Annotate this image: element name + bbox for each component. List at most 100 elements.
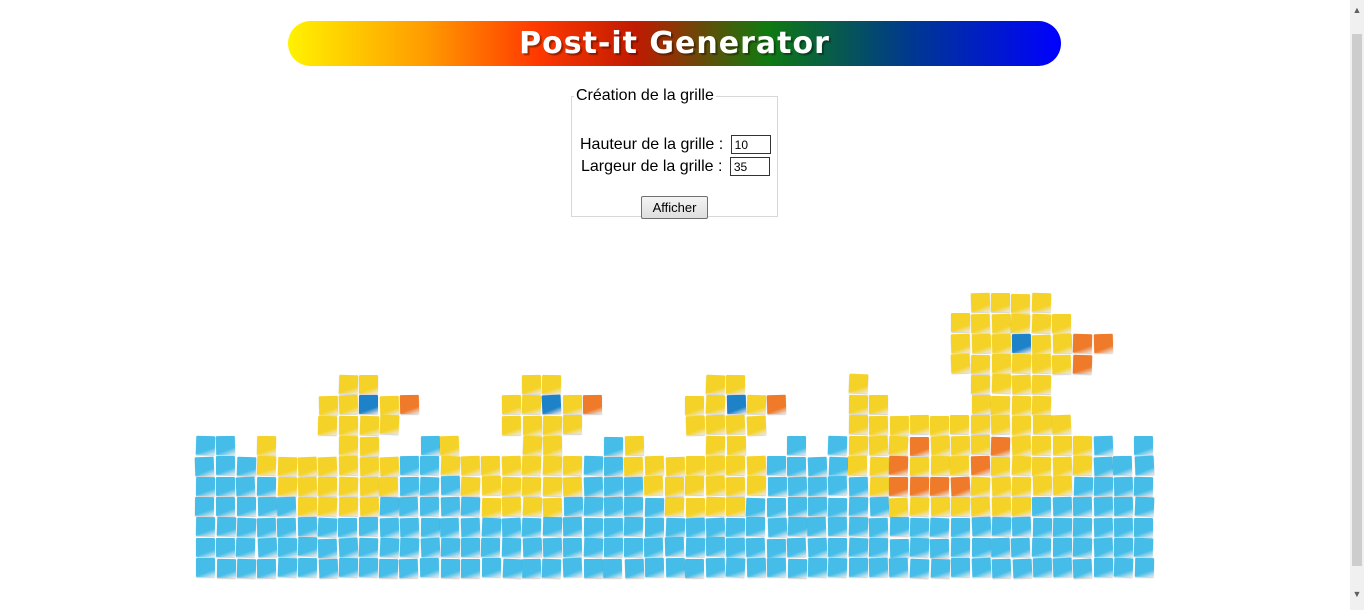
post-it-tile xyxy=(991,293,1011,313)
post-it-tile xyxy=(215,435,236,456)
post-it-tile xyxy=(705,537,726,557)
scroll-thumb[interactable] xyxy=(1352,34,1362,566)
scroll-up-icon[interactable]: ▲ xyxy=(1350,2,1364,18)
post-it-tile xyxy=(950,353,971,374)
post-it-tile xyxy=(297,517,317,537)
post-it-tile xyxy=(318,395,338,415)
post-it-tile xyxy=(827,557,848,578)
height-row: Hauteur de la grille : xyxy=(580,135,771,154)
post-it-tile xyxy=(970,415,990,435)
post-it-tile xyxy=(297,476,318,497)
post-it-tile xyxy=(379,395,400,415)
post-it-tile xyxy=(583,395,603,415)
post-it-tile xyxy=(501,394,522,414)
post-it-tile xyxy=(277,476,298,496)
post-it-tile xyxy=(869,538,889,558)
post-it-tile xyxy=(786,456,807,476)
post-it-tile xyxy=(379,476,399,497)
post-it-tile xyxy=(787,436,807,456)
post-it-tile xyxy=(1134,558,1154,578)
post-it-tile xyxy=(318,415,338,435)
post-it-tile xyxy=(725,476,746,497)
height-input[interactable] xyxy=(730,135,771,154)
post-it-tile xyxy=(767,497,787,517)
post-it-tile xyxy=(725,538,746,558)
width-input[interactable] xyxy=(729,157,770,176)
post-it-tile xyxy=(297,537,317,557)
post-it-tile xyxy=(808,476,828,497)
post-it-tile xyxy=(1093,557,1113,577)
post-it-tile xyxy=(542,415,562,436)
post-it-tile xyxy=(1053,333,1073,354)
post-it-tile xyxy=(583,477,604,497)
post-it-tile xyxy=(583,455,603,476)
post-it-tile xyxy=(501,497,521,517)
post-it-tile xyxy=(379,414,399,435)
post-it-tile xyxy=(991,313,1011,333)
post-it-tile xyxy=(664,537,685,557)
post-it-tile xyxy=(257,538,278,558)
post-it-tile xyxy=(685,558,705,578)
post-it-tile xyxy=(419,557,440,578)
post-it-tile xyxy=(460,455,481,476)
post-it-tile xyxy=(317,538,338,558)
post-it-tile xyxy=(889,538,910,558)
post-it-tile xyxy=(725,374,745,394)
post-it-tile xyxy=(1093,537,1114,558)
vertical-scrollbar[interactable]: ▲ ▼ xyxy=(1350,0,1364,610)
post-it-tile xyxy=(1011,293,1031,313)
grid-creation-form: Création de la grille Hauteur de la gril… xyxy=(571,87,778,219)
post-it-tile xyxy=(889,476,909,497)
post-it-tile xyxy=(970,313,991,334)
post-it-tile xyxy=(256,558,276,578)
post-it-tile xyxy=(1032,292,1052,313)
post-it-tile xyxy=(1133,435,1153,456)
post-it-tile xyxy=(399,455,419,476)
post-it-tile xyxy=(522,415,542,435)
post-it-tile xyxy=(481,455,501,476)
post-it-tile xyxy=(623,476,644,496)
post-it-tile xyxy=(359,496,379,517)
post-it-tile xyxy=(1011,395,1032,415)
post-it-tile xyxy=(746,415,767,435)
scroll-down-icon[interactable]: ▼ xyxy=(1350,586,1364,602)
post-it-tile xyxy=(563,496,583,516)
post-it-tile xyxy=(460,476,481,497)
post-it-tile xyxy=(317,456,338,476)
post-it-tile xyxy=(297,496,317,516)
post-it-tile xyxy=(807,516,827,537)
post-it-tile xyxy=(991,414,1011,435)
post-it-tile xyxy=(236,517,257,538)
post-it-tile xyxy=(970,354,991,374)
post-it-tile xyxy=(726,497,746,517)
post-it-tile xyxy=(195,496,215,516)
post-it-tile xyxy=(379,496,400,516)
post-it-tile xyxy=(624,538,644,558)
post-it-tile xyxy=(1072,455,1092,476)
post-it-tile xyxy=(1093,333,1114,353)
post-it-mosaic xyxy=(195,232,1155,579)
post-it-tile xyxy=(1052,313,1072,333)
post-it-tile xyxy=(379,517,400,537)
post-it-tile xyxy=(644,476,664,496)
post-it-tile xyxy=(685,497,705,517)
post-it-tile xyxy=(910,517,930,537)
post-it-tile xyxy=(1012,476,1032,496)
post-it-tile xyxy=(705,435,726,455)
post-it-tile xyxy=(950,518,970,538)
post-it-tile xyxy=(767,477,787,497)
post-it-tile xyxy=(787,516,808,537)
post-it-tile xyxy=(849,496,869,516)
post-it-tile xyxy=(868,415,889,436)
post-it-tile xyxy=(848,415,868,435)
post-it-tile xyxy=(869,476,889,497)
post-it-tile xyxy=(399,394,420,414)
post-it-tile xyxy=(522,476,542,496)
post-it-tile xyxy=(441,496,461,517)
show-grid-button[interactable]: Afficher xyxy=(641,196,708,219)
post-it-tile xyxy=(339,416,359,436)
post-it-tile xyxy=(439,435,460,455)
post-it-tile xyxy=(786,537,807,557)
post-it-tile xyxy=(807,537,827,558)
post-it-tile xyxy=(541,394,562,415)
